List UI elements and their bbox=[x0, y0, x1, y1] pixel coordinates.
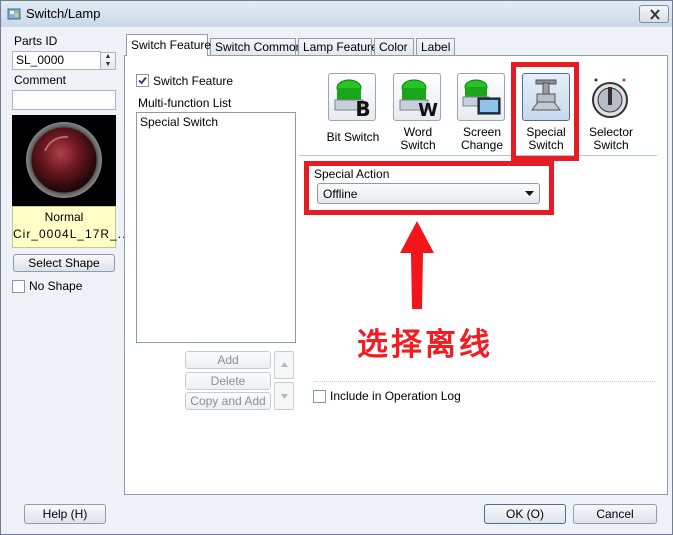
parts-id-spinner[interactable]: ▲ ▼ bbox=[100, 52, 116, 70]
screen-change-icon bbox=[462, 79, 501, 115]
screen-change-label: Screen Change bbox=[453, 126, 511, 152]
move-up-button[interactable] bbox=[274, 351, 294, 379]
title-bar: Switch/Lamp bbox=[1, 1, 672, 27]
tab-switch-common[interactable]: Switch Common bbox=[210, 38, 302, 56]
switch-feature-label: Switch Feature bbox=[153, 74, 234, 88]
delete-button[interactable]: Delete bbox=[185, 372, 271, 390]
add-button[interactable]: Add bbox=[185, 351, 271, 369]
selector-switch-tool[interactable] bbox=[587, 73, 635, 121]
close-button[interactable] bbox=[639, 5, 669, 23]
parts-id-label: Parts ID bbox=[14, 34, 58, 48]
arrow-up-icon bbox=[280, 362, 288, 367]
shape-preview bbox=[12, 115, 116, 206]
shape-name: Cir_0004L_17R_... bbox=[13, 227, 131, 241]
window-title: Switch/Lamp bbox=[26, 6, 101, 21]
select-shape-button[interactable]: Select Shape bbox=[13, 254, 115, 272]
help-button[interactable]: Help (H) bbox=[24, 504, 106, 524]
shape-state: Normal bbox=[44, 210, 84, 224]
bit-switch-icon: B bbox=[334, 79, 371, 121]
separator bbox=[299, 155, 657, 156]
highlight-special-switch bbox=[511, 62, 579, 161]
app-icon bbox=[7, 8, 21, 20]
highlight-special-action bbox=[304, 161, 554, 215]
tab-lamp-feature[interactable]: Lamp Feature bbox=[298, 38, 378, 56]
include-operation-log-label: Include in Operation Log bbox=[330, 389, 461, 403]
include-operation-log-checkbox[interactable] bbox=[313, 390, 326, 403]
bit-switch-tool[interactable]: B bbox=[328, 73, 376, 121]
parts-id-field[interactable]: SL_0000 bbox=[12, 51, 101, 70]
word-switch-label: Word Switch bbox=[390, 126, 446, 152]
selector-switch-label: Selector Switch bbox=[583, 126, 639, 152]
lamp-shape-image bbox=[26, 122, 102, 198]
comment-label: Comment bbox=[14, 73, 67, 87]
dotted-separator bbox=[314, 381, 655, 382]
tab-label[interactable]: Label bbox=[416, 38, 455, 56]
multi-function-list-label: Multi-function List bbox=[138, 96, 232, 110]
arrow-down-icon bbox=[280, 394, 288, 399]
no-shape-checkbox[interactable] bbox=[12, 280, 25, 293]
multi-function-list[interactable]: Special Switch bbox=[136, 112, 296, 343]
copy-and-add-button[interactable]: Copy and Add bbox=[185, 392, 271, 410]
annotation-arrow-up-icon bbox=[400, 221, 434, 309]
close-icon bbox=[650, 9, 660, 20]
word-switch-label-line2: Switch bbox=[400, 138, 436, 152]
word-switch-tool[interactable]: W bbox=[393, 73, 441, 121]
list-item[interactable]: Special Switch bbox=[137, 113, 295, 131]
spin-down-icon[interactable]: ▼ bbox=[101, 61, 115, 69]
shape-caption: Normal Cir_0004L_17R_... bbox=[12, 206, 131, 248]
move-down-button[interactable] bbox=[274, 382, 294, 410]
svg-text:W: W bbox=[418, 100, 438, 120]
switch-feature-checkbox[interactable] bbox=[136, 74, 149, 87]
tab-switch-feature[interactable]: Switch Feature bbox=[126, 34, 211, 56]
word-switch-icon: W bbox=[399, 79, 438, 121]
screen-change-label-line2: Change bbox=[460, 138, 504, 152]
annotation-text: 选择离线 bbox=[357, 327, 493, 363]
ok-button[interactable]: OK (O) bbox=[484, 504, 566, 524]
cancel-button[interactable]: Cancel bbox=[573, 504, 657, 524]
checkmark-icon bbox=[138, 76, 147, 85]
spin-up-icon[interactable]: ▲ bbox=[101, 53, 115, 61]
bit-switch-label: Bit Switch bbox=[326, 130, 380, 144]
selector-switch-icon bbox=[592, 78, 628, 118]
svg-text:B: B bbox=[355, 97, 370, 120]
comment-field[interactable] bbox=[12, 90, 116, 110]
no-shape-label: No Shape bbox=[29, 279, 83, 293]
switch-lamp-dialog: Switch/Lamp Parts ID SL_0000 ▲ ▼ Comment bbox=[0, 0, 673, 535]
tab-color[interactable]: Color bbox=[374, 38, 414, 56]
screen-change-tool[interactable] bbox=[457, 73, 505, 121]
selector-switch-label-line2: Switch bbox=[593, 138, 629, 152]
